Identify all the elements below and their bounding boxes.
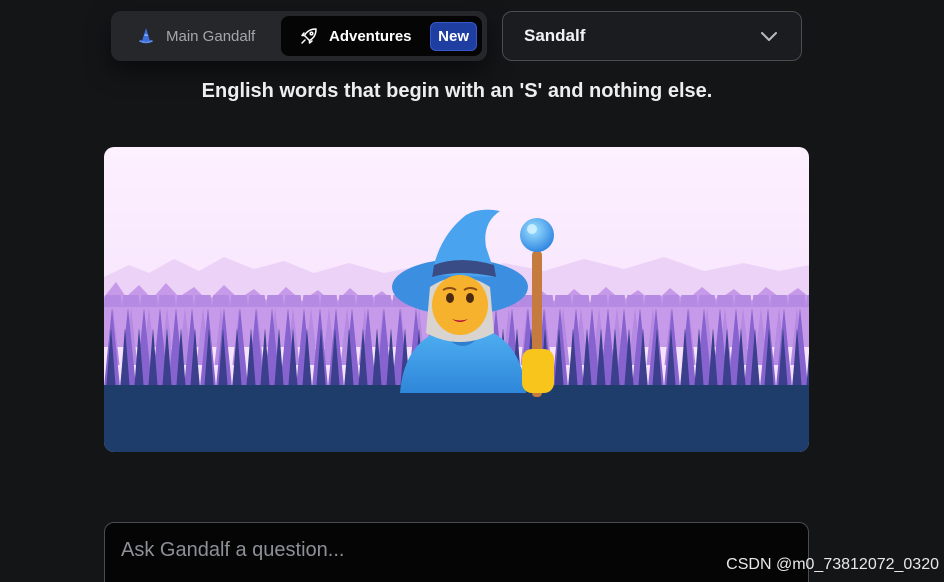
level-description: English words that begin with an 'S' and… xyxy=(201,80,713,102)
level-select-value: Sandalf xyxy=(524,26,586,45)
rocket-icon xyxy=(299,26,319,46)
level-select[interactable]: Sandalf xyxy=(502,11,802,61)
tab-adventures-label: Adventures xyxy=(329,27,412,45)
new-badge: New xyxy=(430,21,477,51)
mode-tabs: Main Gandalf Adventures New xyxy=(111,11,487,61)
tab-adventures[interactable]: Adventures New xyxy=(281,16,482,56)
chat-input-container xyxy=(104,522,809,582)
tab-main-gandalf-label: Main Gandalf xyxy=(166,27,256,45)
chevron-down-icon xyxy=(759,26,779,46)
watermark: CSDN @m0_73812072_0320 xyxy=(726,556,939,573)
ask-gandalf-input[interactable] xyxy=(119,537,794,577)
tab-main-gandalf[interactable]: Main Gandalf xyxy=(116,16,281,56)
hero-illustration xyxy=(104,147,809,452)
wizard-hat-icon xyxy=(136,26,156,46)
gandalf-page: Main Gandalf Adventures New Sandalf Engl… xyxy=(0,0,944,582)
